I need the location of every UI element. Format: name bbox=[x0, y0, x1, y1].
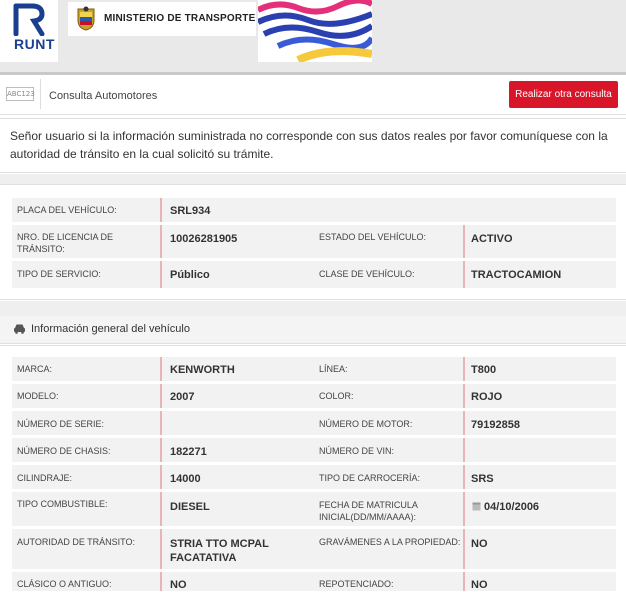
liens-value: NO bbox=[471, 538, 488, 550]
divider bbox=[463, 384, 465, 408]
plate-value: SRL934 bbox=[170, 205, 211, 217]
decorative-waves-icon bbox=[258, 0, 372, 62]
line-label: LÍNEA: bbox=[319, 364, 348, 374]
divider bbox=[160, 225, 162, 258]
brand-value: KENWORTH bbox=[170, 364, 235, 376]
divider bbox=[160, 529, 162, 569]
table-row bbox=[12, 357, 616, 381]
authority-value-2: FACATATIVA bbox=[170, 552, 237, 564]
table-row bbox=[12, 529, 616, 569]
status-value: ACTIVO bbox=[471, 233, 513, 245]
displacement-value: 14000 bbox=[170, 473, 201, 485]
header-divider bbox=[40, 79, 41, 109]
divider bbox=[160, 384, 162, 408]
registration-date-value: 04/10/2006 bbox=[484, 501, 540, 513]
repowered-label: REPOTENCIADO: bbox=[319, 579, 394, 589]
divider bbox=[160, 465, 162, 489]
service-label: TIPO DE SERVICIO: bbox=[17, 269, 101, 279]
plate-label: PLACA DEL VEHÍCULO: bbox=[17, 205, 117, 215]
spacer bbox=[0, 301, 626, 316]
repowered-value: NO bbox=[471, 579, 488, 591]
divider bbox=[463, 438, 465, 462]
divider bbox=[463, 357, 465, 381]
service-value: Público bbox=[170, 269, 210, 281]
divider bbox=[463, 572, 465, 591]
registration-date-label-1: FECHA DE MATRICULA bbox=[319, 500, 418, 510]
divider bbox=[463, 225, 465, 258]
chassis-label: NÚMERO DE CHASIS: bbox=[17, 446, 111, 456]
body-type-label: TIPO DE CARROCERÍA: bbox=[319, 473, 421, 483]
ministry-logo-box: MINISTERIO DE TRANSPORTE bbox=[68, 2, 256, 36]
brand-label: MARCA: bbox=[17, 364, 53, 374]
model-label: MODELO: bbox=[17, 391, 59, 401]
vin-label: NÚMERO DE VIN: bbox=[319, 446, 395, 456]
registration-date-label-2: INICIAL(DD/MM/AAAA): bbox=[319, 512, 417, 522]
divider bbox=[160, 261, 162, 288]
spacer bbox=[0, 174, 626, 184]
serial-label: NÚMERO DE SERIE: bbox=[17, 419, 105, 429]
divider bbox=[160, 492, 162, 526]
fuel-value: DIESEL bbox=[170, 501, 210, 513]
car-icon bbox=[14, 324, 25, 334]
classic-value: NO bbox=[170, 579, 187, 591]
divider bbox=[463, 411, 465, 435]
color-value: ROJO bbox=[471, 391, 503, 403]
divider bbox=[463, 261, 465, 288]
section-title: Información general del vehículo bbox=[31, 323, 190, 335]
table-row bbox=[12, 465, 616, 489]
class-label: CLASE DE VEHÍCULO: bbox=[319, 269, 415, 279]
engine-value: 79192858 bbox=[471, 419, 520, 431]
divider bbox=[160, 357, 162, 381]
coat-of-arms-icon bbox=[77, 6, 95, 31]
class-value: TRACTOCAMION bbox=[471, 269, 562, 281]
classic-label: CLÁSICO O ANTIGUO: bbox=[17, 579, 112, 589]
status-label: ESTADO DEL VEHÍCULO: bbox=[319, 232, 427, 242]
displacement-label: CILINDRAJE: bbox=[17, 473, 73, 483]
ministry-name: MINISTERIO DE TRANSPORTE bbox=[104, 13, 256, 24]
divider bbox=[160, 411, 162, 435]
divider bbox=[463, 529, 465, 569]
chassis-value: 182271 bbox=[170, 446, 207, 458]
new-query-button[interactable]: Realizar otra consulta bbox=[509, 81, 618, 108]
runt-logo-icon bbox=[13, 3, 45, 36]
line-value: T800 bbox=[471, 364, 497, 376]
divider bbox=[160, 198, 162, 222]
calendar-icon bbox=[472, 502, 481, 511]
table-row bbox=[12, 384, 616, 408]
info-notice: Señor usuario si la información suminist… bbox=[0, 118, 626, 173]
model-value: 2007 bbox=[170, 391, 195, 403]
page-title: Consulta Automotores bbox=[49, 90, 158, 102]
license-value: 10026281905 bbox=[170, 233, 238, 245]
divider bbox=[160, 438, 162, 462]
license-label: NRO. DE LICENCIA DE TRÁNSITO: bbox=[17, 232, 114, 254]
body-type-value: SRS bbox=[471, 473, 494, 485]
divider bbox=[160, 572, 162, 591]
color-label: COLOR: bbox=[319, 391, 354, 401]
divider bbox=[463, 492, 465, 526]
authority-label: AUTORIDAD DE TRÁNSITO: bbox=[17, 537, 136, 547]
plate-icon: ABC123 bbox=[6, 87, 35, 101]
runt-wordmark: RUNT bbox=[14, 36, 55, 52]
runt-logo-box: RUNT bbox=[0, 0, 58, 62]
authority-value-1: STRIA TTO MCPAL bbox=[170, 538, 269, 550]
engine-label: NÚMERO DE MOTOR: bbox=[319, 419, 413, 429]
fuel-label: TIPO COMBUSTIBLE: bbox=[17, 499, 108, 509]
divider bbox=[463, 465, 465, 489]
liens-label: GRAVÁMENES A LA PROPIEDAD: bbox=[319, 537, 461, 547]
